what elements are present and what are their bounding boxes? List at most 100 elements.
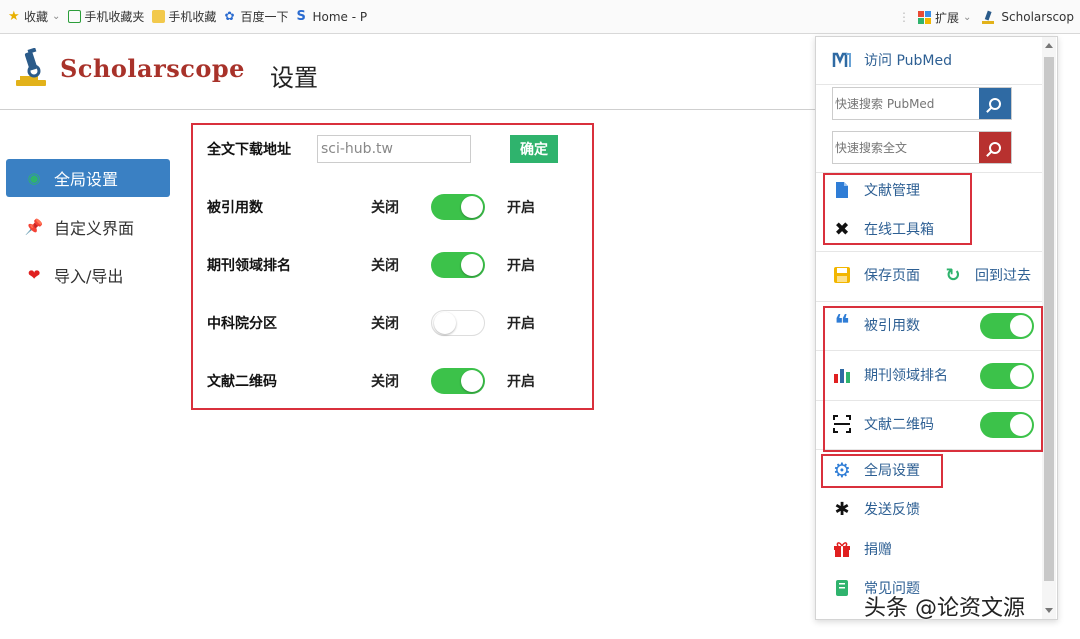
download-url-input[interactable] <box>317 135 471 163</box>
go-back-label: 回到过去 <box>975 268 1031 284</box>
highlight-box <box>823 306 1043 452</box>
search-icon <box>989 141 1001 154</box>
menu-item-label: 全局设置 <box>54 170 119 189</box>
bug-icon: ✱ <box>834 498 850 520</box>
scholarscope-ext-icon[interactable] <box>981 9 995 25</box>
on-label: 开启 <box>507 258 535 274</box>
chevron-down-icon: ⌄ <box>963 11 972 23</box>
bookmark-label: 百度一下 <box>240 10 289 24</box>
pubmed-search-button[interactable] <box>979 88 1011 119</box>
bookmark-label: 手机收藏夹 <box>84 10 145 24</box>
feedback-label: 发送反馈 <box>864 502 920 518</box>
divider <box>816 84 1042 85</box>
pubmed-icon <box>832 50 852 70</box>
bookmark-mobile-folder[interactable]: 手机收藏夹 <box>68 8 144 25</box>
cas-zone-toggle[interactable] <box>431 310 485 336</box>
toggle-knob <box>461 254 483 276</box>
setting-label: 被引用数 <box>207 200 263 216</box>
on-label: 开启 <box>507 374 535 390</box>
refresh-icon: ↻ <box>945 264 961 286</box>
bookmark-label: 手机收藏 <box>168 10 217 24</box>
off-label: 关闭 <box>371 316 399 332</box>
qr-code-toggle[interactable] <box>431 368 485 394</box>
setting-row: 被引用数 关闭 开启 <box>207 194 535 220</box>
bookmark-baidu[interactable]: ✿ 百度一下 <box>224 8 288 25</box>
heart-icon: ❤ <box>27 266 41 284</box>
toggle-knob <box>461 370 483 392</box>
donate-link[interactable]: 捐赠 <box>832 539 892 559</box>
divider <box>816 301 1042 302</box>
faq-book-icon <box>832 578 852 598</box>
bookmarks-bar: ★ 收藏 ⌄ 手机收藏夹 手机收藏 ✿ 百度一下 S Home - P ⋮ 扩展 <box>0 0 1080 34</box>
search-icon <box>989 97 1001 110</box>
bookmark-label: Home - P <box>312 9 368 24</box>
bookmark-favorites[interactable]: ★ 收藏 ⌄ <box>8 8 60 25</box>
extensions-icon <box>918 10 931 24</box>
popup-scrollbar[interactable] <box>1042 37 1056 619</box>
download-url-row: 全文下载地址 确定 <box>207 135 558 163</box>
highlight-box <box>823 173 972 245</box>
scroll-up-arrow-icon[interactable] <box>1045 43 1053 48</box>
bookmark-mobile[interactable]: 手机收藏 <box>152 8 216 25</box>
scroll-down-arrow-icon[interactable] <box>1045 608 1053 613</box>
go-back-link[interactable]: ↻ 回到过去 <box>943 264 1031 286</box>
fulltext-search <box>832 131 1012 164</box>
logo: Scholarscope <box>14 48 245 88</box>
fulltext-search-input[interactable] <box>833 132 979 163</box>
watermark: 头条 @论资文源 <box>864 596 1025 621</box>
header-divider <box>0 109 815 110</box>
journal-rank-toggle[interactable] <box>431 252 485 278</box>
pubmed-search <box>832 87 1012 120</box>
scroll-thumb[interactable] <box>1044 57 1054 581</box>
save-page-link[interactable]: 保存页面 <box>832 265 920 285</box>
setting-label: 文献二维码 <box>207 374 277 390</box>
toolbar-right: ⋮ 扩展 ⌄ Scholarscop <box>898 0 1074 34</box>
bookmark-home[interactable]: S Home - P <box>296 10 367 24</box>
menu-item-customize-ui[interactable]: 📌 自定义界面 <box>6 208 170 246</box>
menu-item-label: 导入/导出 <box>54 267 124 286</box>
eye-icon: ◉ <box>27 169 41 187</box>
bookmark-label: 收藏 <box>24 10 49 24</box>
folder-icon <box>152 10 166 23</box>
scholarscope-ext-label[interactable]: Scholarscop <box>1001 10 1074 24</box>
s-logo-icon: S <box>296 9 306 24</box>
extensions-button[interactable]: 扩展 <box>935 9 959 26</box>
chevron-down-icon: ⌄ <box>52 11 61 22</box>
visit-pubmed-link[interactable]: 访问 PubMed <box>832 50 952 70</box>
on-label: 开启 <box>507 200 535 216</box>
page-title: 设置 <box>270 64 318 92</box>
donate-label: 捐赠 <box>864 542 892 558</box>
off-label: 关闭 <box>371 200 399 216</box>
confirm-button[interactable]: 确定 <box>510 135 558 163</box>
save-page-label: 保存页面 <box>864 268 920 284</box>
setting-label: 中科院分区 <box>207 316 277 332</box>
on-label: 开启 <box>507 316 535 332</box>
phone-icon <box>68 10 82 23</box>
highlight-box <box>821 454 943 488</box>
more-dots-icon: ⋮ <box>898 10 910 24</box>
pin-icon: 📌 <box>24 218 44 236</box>
menu-item-label: 自定义界面 <box>54 219 135 238</box>
settings-panel: 全文下载地址 确定 被引用数 关闭 开启 期刊领域排名 关闭 开启 中科院分区 … <box>191 123 594 410</box>
setting-row: 期刊领域排名 关闭 开启 <box>207 252 535 278</box>
star-icon: ★ <box>8 9 20 24</box>
gift-icon <box>832 539 852 559</box>
citation-count-toggle[interactable] <box>431 194 485 220</box>
setting-row: 中科院分区 关闭 开启 <box>207 310 535 336</box>
divider <box>816 251 1042 252</box>
baidu-paw-icon: ✿ <box>224 9 235 23</box>
page-root: ★ 收藏 ⌄ 手机收藏夹 手机收藏 ✿ 百度一下 S Home - P ⋮ 扩展 <box>0 0 1080 639</box>
logo-text: Scholarscope <box>60 53 245 83</box>
toggle-knob <box>434 312 456 334</box>
microscope-logo-icon <box>16 48 46 86</box>
pubmed-search-input[interactable] <box>833 88 979 119</box>
setting-label: 期刊领域排名 <box>207 258 291 274</box>
setting-row: 文献二维码 关闭 开启 <box>207 368 535 394</box>
menu-item-import-export[interactable]: ❤ 导入/导出 <box>6 256 170 294</box>
menu-item-global-settings[interactable]: ◉ 全局设置 <box>6 159 170 197</box>
toggle-knob <box>461 196 483 218</box>
off-label: 关闭 <box>371 374 399 390</box>
visit-pubmed-label: 访问 PubMed <box>864 53 952 69</box>
fulltext-search-button[interactable] <box>979 132 1011 163</box>
feedback-link[interactable]: ✱ 发送反馈 <box>832 498 920 520</box>
